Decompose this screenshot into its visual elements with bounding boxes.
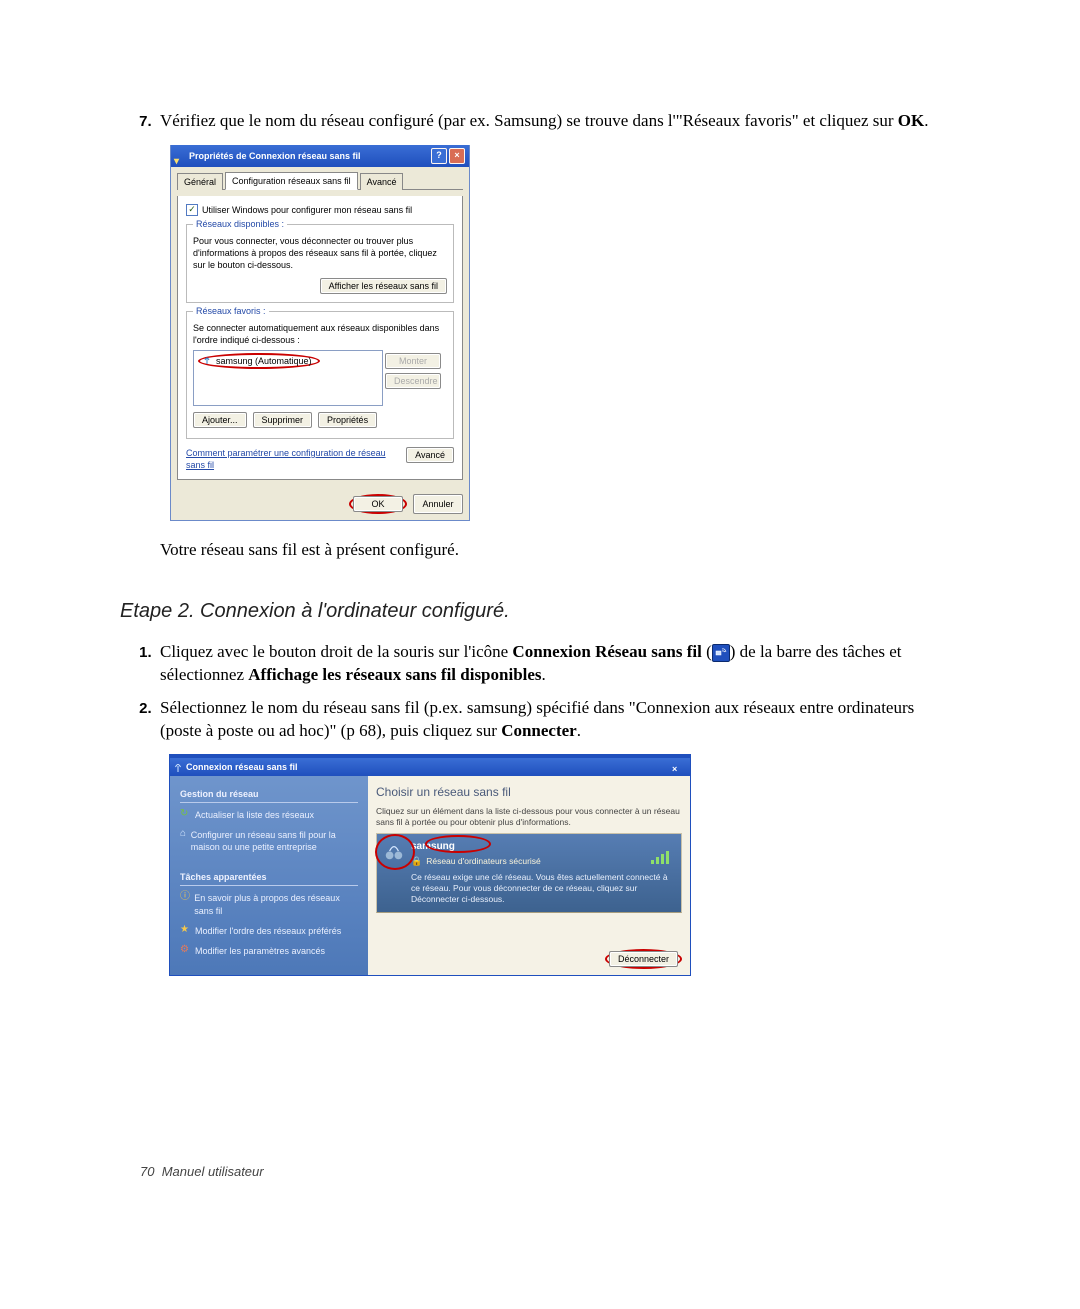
preferred-desc: Se connecter automatiquement aux réseaux… [193,322,447,346]
disconnect-button[interactable]: Déconnecter [609,951,678,967]
dialog-wireless-properties: ▾ Propriétés de Connexion réseau sans fi… [170,145,470,521]
dlg1-title: Propriétés de Connexion réseau sans fil [189,145,361,167]
move-down-button[interactable]: Descendre [385,373,441,389]
step1-text-a: Cliquez avec le bouton droit de la souri… [160,642,512,661]
dlg2-sidebar: Gestion du réseau ↻ Actualiser la liste … [170,776,368,975]
page-number: 70 [140,1164,154,1179]
task-order-label: Modifier l'ordre des réseaux préférés [195,925,341,937]
antenna-icon [202,356,212,366]
group-preferred-legend: Réseaux favoris : [193,305,269,317]
view-networks-button[interactable]: Afficher les réseaux sans fil [320,278,447,294]
network-security-label: Réseau d'ordinateurs sécurisé [426,856,541,867]
step7-text-c: . [924,111,928,130]
add-button[interactable]: Ajouter... [193,412,247,428]
move-up-button[interactable]: Monter [385,353,441,369]
dialog-wireless-networks: Connexion réseau sans fil × Gestion du r… [170,755,690,975]
group-available-legend: Réseaux disponibles : [193,218,287,230]
name-highlight [425,835,491,853]
task-setup[interactable]: ⌂ Configurer un réseau sans fil pour la … [180,829,358,853]
home-network-icon: ⌂ [180,829,187,840]
dlg1-tabs: Général Configuration réseaux sans fil A… [177,171,463,190]
task-order[interactable]: ★ Modifier l'ordre des réseaux préférés [180,925,358,937]
step-2: Sélectionnez le nom du réseau sans fil (… [160,697,960,975]
refresh-icon: ↻ [180,809,191,820]
dlg1-titlebar: ▾ Propriétés de Connexion réseau sans fi… [171,145,469,167]
preferred-item-samsung[interactable]: samsung (Automatique) [194,351,382,371]
gear-icon: ⚙ [180,945,191,956]
preferred-list[interactable]: samsung (Automatique) [193,350,383,406]
tray-wireless-icon [712,644,730,662]
step-1: Cliquez avec le bouton droit de la souri… [160,641,960,687]
down-arrow-icon: ▾ [174,151,179,173]
dlg2-desc: Cliquez sur un élément dans la liste ci-… [376,806,682,829]
antenna-icon [173,761,183,779]
available-desc: Pour vous connecter, vous déconnecter ou… [193,235,447,271]
info-icon: ⓘ [180,892,190,903]
dlg2-heading: Choisir un réseau sans fil [376,784,682,800]
task-setup-label: Configurer un réseau sans fil pour la ma… [191,829,358,853]
checkbox-box: ✓ [186,204,198,216]
close-button[interactable]: × [672,760,686,774]
ok-button[interactable]: OK [353,496,403,512]
antenna-highlight [375,834,415,870]
use-windows-checkbox[interactable]: ✓ Utiliser Windows pour configurer mon r… [186,204,454,216]
how-to-link[interactable]: Comment paramétrer une configuration de … [186,447,390,471]
step2-text-c: . [577,721,581,740]
step1-text-f: . [542,665,546,684]
check-icon: ✓ [188,205,196,214]
network-item-samsung[interactable]: samsung 🔒 Réseau d'ordinateurs sécurisé … [376,833,682,913]
step1-text-c: ( [706,642,712,661]
dlg2-main: Choisir un réseau sans fil Cliquez sur u… [368,776,690,975]
side-hdr-gestion: Gestion du réseau [180,788,358,803]
disconnect-highlight: Déconnecter [605,949,682,969]
signal-strength-icon [651,850,673,864]
page-footer: 70 Manuel utilisateur [140,1164,264,1179]
step7-text-a: Vérifiez que le nom du réseau configuré … [160,111,898,130]
dlg1-tabpanel: ✓ Utiliser Windows pour configurer mon r… [177,196,463,480]
configured-line: Votre réseau sans fil est à présent conf… [160,539,960,562]
help-button[interactable]: ? [431,148,447,164]
task-learn-label: En savoir plus à propos des réseaux sans… [194,892,358,916]
task-learn[interactable]: ⓘ En savoir plus à propos des réseaux sa… [180,892,358,916]
dlg2-titlebar: Connexion réseau sans fil × [170,758,690,776]
properties-button[interactable]: Propriétés [318,412,377,428]
task-refresh-label: Actualiser la liste des réseaux [195,809,314,821]
group-preferred-networks: Réseaux favoris : Se connecter automatiq… [186,311,454,439]
tab-advanced[interactable]: Avancé [360,173,404,190]
preferred-item-label: samsung (Automatique) [216,355,312,367]
group-available-networks: Réseaux disponibles : Pour vous connecte… [186,224,454,302]
remove-button[interactable]: Supprimer [253,412,313,428]
use-windows-label: Utiliser Windows pour configurer mon rés… [202,204,412,216]
cancel-button[interactable]: Annuler [413,494,463,514]
tab-general[interactable]: Général [177,173,223,190]
step-7: Vérifiez que le nom du réseau configuré … [160,110,960,562]
ok-highlight: OK [349,494,407,514]
step1-menu-bold: Affichage les réseaux sans fil disponibl… [248,665,541,684]
footer-label: Manuel utilisateur [162,1164,264,1179]
star-icon: ★ [180,925,191,936]
task-advanced[interactable]: ⚙ Modifier les paramètres avancés [180,945,358,957]
network-note: Ce réseau exige une clé réseau. Vous ête… [411,872,673,906]
advanced-button[interactable]: Avancé [406,447,454,463]
close-button[interactable]: × [449,148,465,164]
tab-config[interactable]: Configuration réseaux sans fil [225,172,358,190]
step7-ok-bold: OK [898,111,924,130]
side-hdr-tasks: Tâches apparentées [180,871,358,886]
step2-connect-bold: Connecter [501,721,577,740]
task-advanced-label: Modifier les paramètres avancés [195,945,325,957]
step-2-title: Etape 2. Connexion à l'ordinateur config… [120,600,960,623]
dlg2-title: Connexion réseau sans fil [186,758,298,776]
task-refresh[interactable]: ↻ Actualiser la liste des réseaux [180,809,358,821]
step1-icon-name: Connexion Réseau sans fil [512,642,701,661]
